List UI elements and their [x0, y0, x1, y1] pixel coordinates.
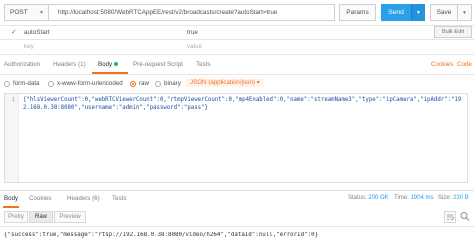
radio-form-data[interactable]: form-data — [4, 80, 39, 87]
radio-raw[interactable]: raw — [130, 80, 149, 87]
tab-prerequest-script[interactable]: Pre-request Script — [133, 61, 183, 68]
search-icon[interactable] — [459, 210, 471, 223]
new-value-field[interactable]: value — [187, 43, 202, 50]
checkbox-checked-icon[interactable]: ✓ — [11, 28, 17, 36]
radio-label: form-data — [13, 80, 40, 87]
cookies-link[interactable]: Cookies — [431, 61, 453, 68]
line-number: 1 — [11, 97, 15, 103]
response-tab-cookies[interactable]: Cookies — [29, 195, 51, 202]
line-gutter: 1 — [5, 94, 19, 182]
response-tab-body[interactable]: Body — [4, 195, 18, 202]
divider — [0, 54, 474, 55]
time-readout: Time: 1904 ms — [394, 195, 433, 201]
method-label: POST — [10, 9, 28, 16]
tab-body[interactable]: Body — [98, 61, 119, 68]
size-readout: Size: 230 B — [438, 195, 469, 201]
radio-urlencoded[interactable]: x-www-form-urlencoded — [48, 80, 123, 87]
format-preview-button[interactable]: Preview — [54, 211, 86, 223]
radio-icon — [48, 80, 54, 87]
response-tab-headers[interactable]: Headers (6) — [67, 195, 100, 202]
format-raw-button[interactable]: Raw — [29, 211, 53, 223]
radio-icon — [4, 80, 10, 87]
time-label: Time: — [394, 195, 409, 201]
content-type-label: JSON (application/json) — [190, 79, 255, 86]
radio-icon — [155, 80, 161, 87]
save-options-chevron-icon[interactable]: ▼ — [458, 4, 472, 21]
active-tab-indicator — [3, 206, 19, 208]
time-value: 1904 ms — [410, 195, 434, 201]
tab-body-label: Body — [98, 61, 113, 68]
url-input[interactable]: http://localhost:5080/WebRTCAppEE/rest/v… — [48, 4, 335, 21]
body-code[interactable]: {"hlsViewerCount":0,"webRTCViewerCount":… — [23, 97, 463, 112]
response-body[interactable]: {"success":true,"message":"rtsp://192.16… — [4, 232, 470, 238]
body-editor[interactable]: 1 {"hlsViewerCount":0,"webRTCViewerCount… — [4, 93, 468, 183]
chevron-down-icon: ▾ — [256, 79, 260, 86]
status-dot-icon — [114, 62, 119, 67]
size-label: Size: — [438, 195, 452, 201]
divider — [0, 39, 474, 40]
response-tab-tests[interactable]: Tests — [112, 195, 126, 202]
tab-tests[interactable]: Tests — [196, 61, 210, 68]
divider — [0, 226, 474, 227]
bulk-edit-button[interactable]: Bulk Edit — [434, 26, 472, 38]
radio-selected-icon — [130, 80, 136, 87]
status-label: Status: — [348, 195, 367, 201]
params-button[interactable]: Params — [339, 4, 376, 21]
param-value-field[interactable]: true — [187, 29, 198, 36]
tab-authorization[interactable]: Authorization — [4, 61, 40, 68]
save-button[interactable]: Save — [430, 4, 458, 21]
param-key-field[interactable]: autoStart — [24, 29, 50, 36]
format-pretty-button[interactable]: Pretty — [4, 211, 28, 223]
code-link[interactable]: Code — [457, 61, 472, 68]
send-button[interactable]: Send — [381, 4, 411, 21]
divider — [0, 25, 474, 26]
divider — [0, 190, 474, 191]
wrap-lines-icon[interactable] — [444, 211, 456, 223]
method-select[interactable]: POST ▼ — [4, 4, 48, 21]
divider — [0, 74, 474, 75]
status-readout: Status: 200 OK — [348, 195, 389, 201]
size-value: 230 B — [453, 195, 469, 201]
chevron-down-icon: ▼ — [39, 9, 44, 16]
radio-label: binary — [164, 80, 181, 87]
content-type-dropdown[interactable]: JSON (application/json) ▾ — [186, 78, 264, 87]
radio-binary[interactable]: binary — [155, 80, 181, 87]
status-value: 200 OK — [368, 195, 389, 201]
new-key-field[interactable]: key — [24, 43, 34, 50]
radio-label: raw — [139, 80, 149, 87]
tab-headers[interactable]: Headers (1) — [53, 61, 86, 68]
radio-label: x-www-form-urlencoded — [57, 80, 123, 87]
send-options-chevron-icon[interactable]: ▼ — [411, 4, 425, 21]
